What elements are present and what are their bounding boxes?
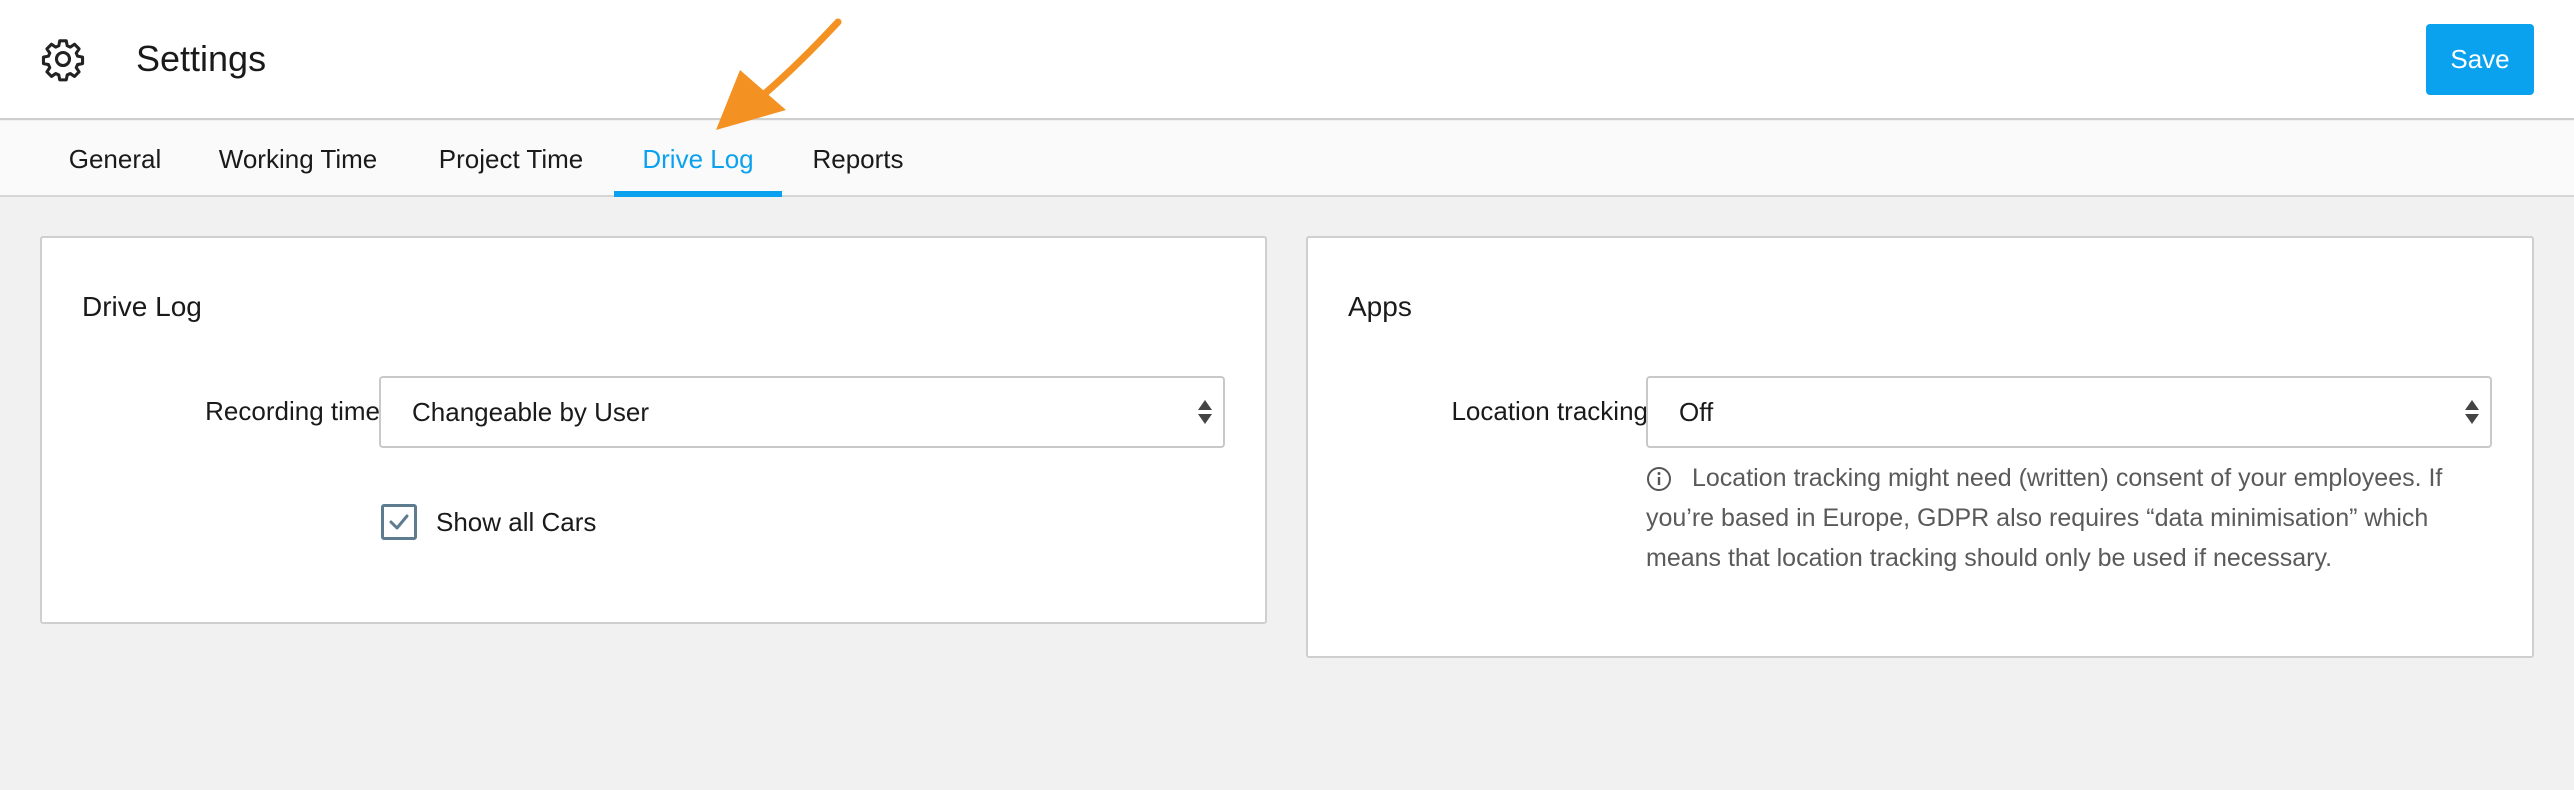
drive-log-card: Drive Log Recording time Changeable by U… bbox=[40, 236, 1267, 624]
tab-reports[interactable]: Reports bbox=[794, 121, 922, 197]
save-button[interactable]: Save bbox=[2426, 24, 2534, 95]
recording-time-value: Changeable by User bbox=[412, 397, 650, 427]
select-arrows-icon bbox=[1198, 400, 1212, 424]
recording-time-label: Recording time bbox=[205, 396, 380, 426]
recording-time-select[interactable]: Changeable by User bbox=[379, 376, 1225, 448]
tab-general[interactable]: General bbox=[52, 121, 178, 197]
tab-drive-log[interactable]: Drive Log bbox=[614, 121, 782, 197]
checkmark-icon bbox=[389, 514, 409, 530]
card-title: Drive Log bbox=[82, 291, 202, 322]
apps-card: Apps Location tracking Off Location trac… bbox=[1306, 236, 2534, 658]
show-all-cars-checkbox[interactable] bbox=[381, 504, 417, 540]
tab-bar: General Working Time Project Time Drive … bbox=[0, 121, 2574, 197]
page-title: Settings bbox=[136, 38, 267, 79]
location-tracking-select[interactable]: Off bbox=[1646, 376, 2492, 448]
tab-working-time[interactable]: Working Time bbox=[200, 121, 396, 197]
show-all-cars-label: Show all Cars bbox=[436, 507, 597, 537]
location-tracking-value: Off bbox=[1679, 397, 1714, 427]
select-arrows-icon bbox=[2465, 400, 2479, 424]
card-title: Apps bbox=[1348, 291, 1412, 322]
location-tracking-label: Location tracking bbox=[1451, 396, 1648, 426]
gear-icon bbox=[41, 39, 85, 82]
tab-project-time[interactable]: Project Time bbox=[420, 121, 602, 197]
location-tracking-info: Location tracking might need (written) c… bbox=[1646, 464, 2443, 572]
page-header: Settings Save bbox=[0, 0, 2574, 120]
